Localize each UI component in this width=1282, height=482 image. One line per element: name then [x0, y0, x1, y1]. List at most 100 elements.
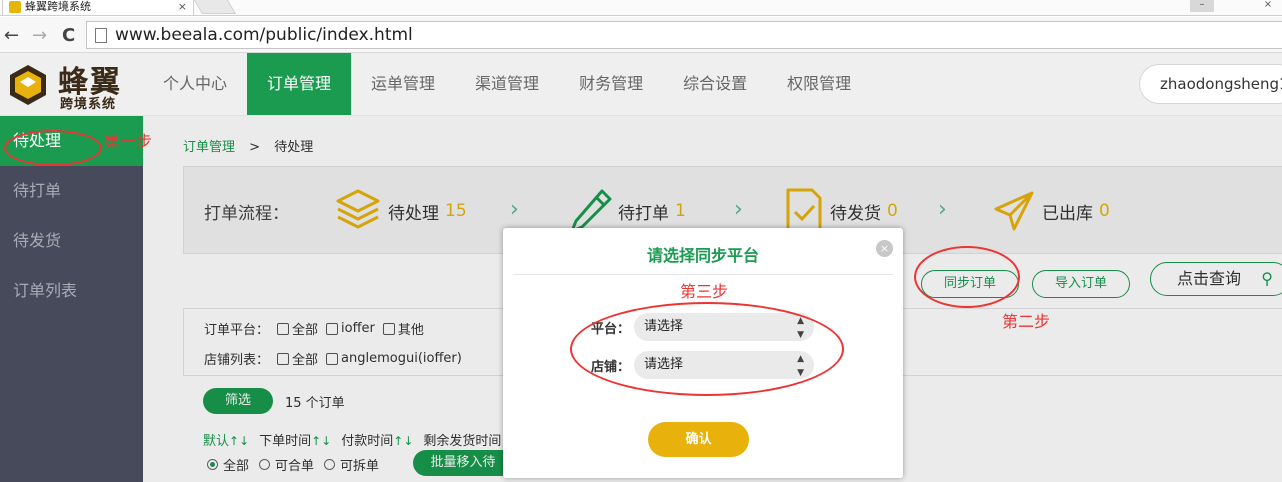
flow-arrow-icon: › [510, 197, 519, 222]
nav-permission-management[interactable]: 权限管理 [767, 53, 871, 115]
import-orders-button[interactable]: 导入订单 [1032, 270, 1130, 298]
store-select[interactable]: 请选择 ▲ ▼ [634, 351, 815, 379]
annotation-step3: 第三步 [680, 282, 729, 301]
platform-filter-label: 订单平台： [204, 323, 270, 338]
checkbox[interactable] [277, 322, 290, 335]
sort-arrows-icon: ↑↓ [393, 434, 414, 448]
platform-form-row: 平台： 请选择 ▲ ▼ [591, 313, 815, 341]
search-button[interactable]: 点击查询 ⚲ [1150, 262, 1282, 296]
modal-close-icon[interactable]: × [876, 240, 893, 257]
flow-step-count: 15 [445, 201, 467, 221]
url-input[interactable]: www.beeala.com/public/index.html [86, 21, 1282, 49]
address-bar: ← → C www.beeala.com/public/index.html [0, 17, 1282, 53]
page-icon [95, 28, 107, 43]
modal-divider [513, 274, 893, 275]
store-label: 店铺： [591, 359, 631, 375]
nav-order-management[interactable]: 订单管理 [247, 53, 352, 115]
radio-splittable[interactable] [324, 459, 336, 470]
checkbox[interactable] [382, 322, 395, 335]
flow-arrow-icon: › [938, 197, 947, 222]
nav-personal-center[interactable]: 个人中心 [143, 53, 247, 115]
select-arrows-icon: ▲ ▼ [797, 354, 805, 378]
forward-arrow-icon[interactable]: → [32, 25, 47, 46]
confirm-button[interactable]: 确认 [648, 422, 749, 457]
merge-radio-group: 全部 可合单 可拆单 [207, 455, 379, 474]
annotation-step1: 第一步 [104, 132, 153, 151]
breadcrumb-separator: > [249, 140, 261, 155]
flow-step-pending[interactable]: 待处理 15 [334, 181, 467, 241]
sidebar: 待处理 待打单 待发货 订单列表 [0, 116, 143, 482]
checkbox-label: 其他 [397, 323, 424, 338]
flow-step-label: 待处理 [388, 203, 439, 224]
radio-mergeable[interactable] [259, 459, 271, 470]
new-tab-button[interactable] [193, 0, 237, 14]
store-form-row: 店铺： 请选择 ▲ ▼ [591, 351, 815, 379]
annotation-step2: 第二步 [1002, 312, 1051, 331]
breadcrumb-parent[interactable]: 订单管理 [183, 140, 235, 155]
tab-close-icon[interactable]: × [178, 0, 187, 14]
tab-title: 蜂翼跨境系统 [25, 0, 91, 13]
sort-label: 默认 [203, 434, 230, 449]
radio-label: 可合单 [275, 459, 315, 474]
checkbox-label: 全部 [292, 323, 319, 338]
checkbox[interactable] [326, 322, 339, 335]
store-select-value: 请选择 [644, 357, 684, 372]
flow-step-shipped[interactable]: 已出库 0 [992, 181, 1110, 241]
select-arrows-icon: ▲ ▼ [797, 316, 805, 340]
sort-row: 默认↑↓ 下单时间↑↓ 付款时间↑↓ 剩余发货时间 [203, 430, 501, 449]
sort-label: 付款时间 [341, 434, 394, 449]
flow-step-label: 待打单 [618, 203, 669, 224]
radio-label: 全部 [223, 459, 250, 474]
checkbox[interactable] [326, 352, 339, 365]
breadcrumb-current: 待处理 [274, 140, 314, 155]
bee-logo-icon [10, 65, 46, 105]
nav-waybill-management[interactable]: 运单管理 [351, 53, 455, 115]
sort-label: 剩余发货时间 [423, 434, 502, 449]
sort-label: 下单时间 [259, 434, 312, 449]
checkbox-label: anglemogui(ioffer) [341, 351, 462, 366]
sort-remaining-time[interactable]: 剩余发货时间 [423, 430, 501, 449]
radio-label: 可拆单 [340, 459, 380, 474]
nav-general-settings[interactable]: 综合设置 [663, 53, 767, 115]
flow-label: 打单流程： [204, 204, 289, 224]
paper-plane-icon [994, 191, 1034, 231]
filter-button[interactable]: 筛选 [203, 388, 273, 414]
browser-tab[interactable]: 蜂翼跨境系统 × [2, 0, 194, 16]
search-label: 点击查询 [1177, 269, 1242, 288]
sort-order-time[interactable]: 下单时间↑↓ [259, 430, 331, 449]
sidebar-item-to-ship[interactable]: 待发货 [0, 216, 143, 266]
checkbox-label: ioffer [341, 321, 375, 336]
modal-title: 请选择同步平台 [646, 246, 759, 265]
browser-tab-bar: 蜂翼跨境系统 × – × [0, 0, 1282, 16]
platform-select-value: 请选择 [644, 319, 684, 334]
nav-finance-management[interactable]: 财务管理 [559, 53, 663, 115]
sort-arrows-icon: ↑↓ [229, 434, 250, 448]
top-nav: 个人中心 订单管理 运单管理 渠道管理 财务管理 综合设置 权限管理 [143, 53, 871, 115]
sidebar-item-to-print[interactable]: 待打单 [0, 166, 143, 216]
bulk-move-button[interactable]: 批量移入待 [413, 450, 513, 476]
checkbox-label: 全部 [292, 353, 319, 368]
sort-default[interactable]: 默认↑↓ [203, 430, 249, 449]
user-menu[interactable]: zhaodongsheng1 [1139, 64, 1282, 104]
sort-arrows-icon: ↑↓ [311, 434, 332, 448]
platform-select[interactable]: 请选择 ▲ ▼ [634, 313, 815, 341]
app-header: 蜂翼 跨境系统 个人中心 订单管理 运单管理 渠道管理 财务管理 综合设置 权限… [0, 53, 1282, 116]
nav-channel-management[interactable]: 渠道管理 [455, 53, 559, 115]
flow-step-label: 待发货 [830, 203, 881, 224]
sidebar-item-order-list[interactable]: 订单列表 [0, 266, 143, 316]
window-close-button[interactable]: × [1256, 0, 1280, 12]
sync-orders-button[interactable]: 同步订单 [921, 270, 1019, 298]
flow-step-label: 已出库 [1042, 203, 1093, 224]
site-favicon-icon [9, 1, 21, 13]
layers-icon [336, 189, 380, 229]
flow-step-count: 0 [1099, 201, 1110, 221]
store-filter-row: 店铺列表： 全部 anglemogui(ioffer) [204, 349, 462, 368]
reload-icon[interactable]: C [62, 25, 75, 46]
back-arrow-icon[interactable]: ← [4, 25, 19, 46]
radio-all[interactable] [207, 459, 218, 470]
checkbox[interactable] [277, 352, 290, 365]
window-minimize-button[interactable]: – [1190, 0, 1214, 12]
breadcrumb: 订单管理 > 待处理 [183, 136, 313, 155]
url-text: www.beeala.com/public/index.html [115, 25, 413, 45]
sort-payment-time[interactable]: 付款时间↑↓ [341, 430, 413, 449]
